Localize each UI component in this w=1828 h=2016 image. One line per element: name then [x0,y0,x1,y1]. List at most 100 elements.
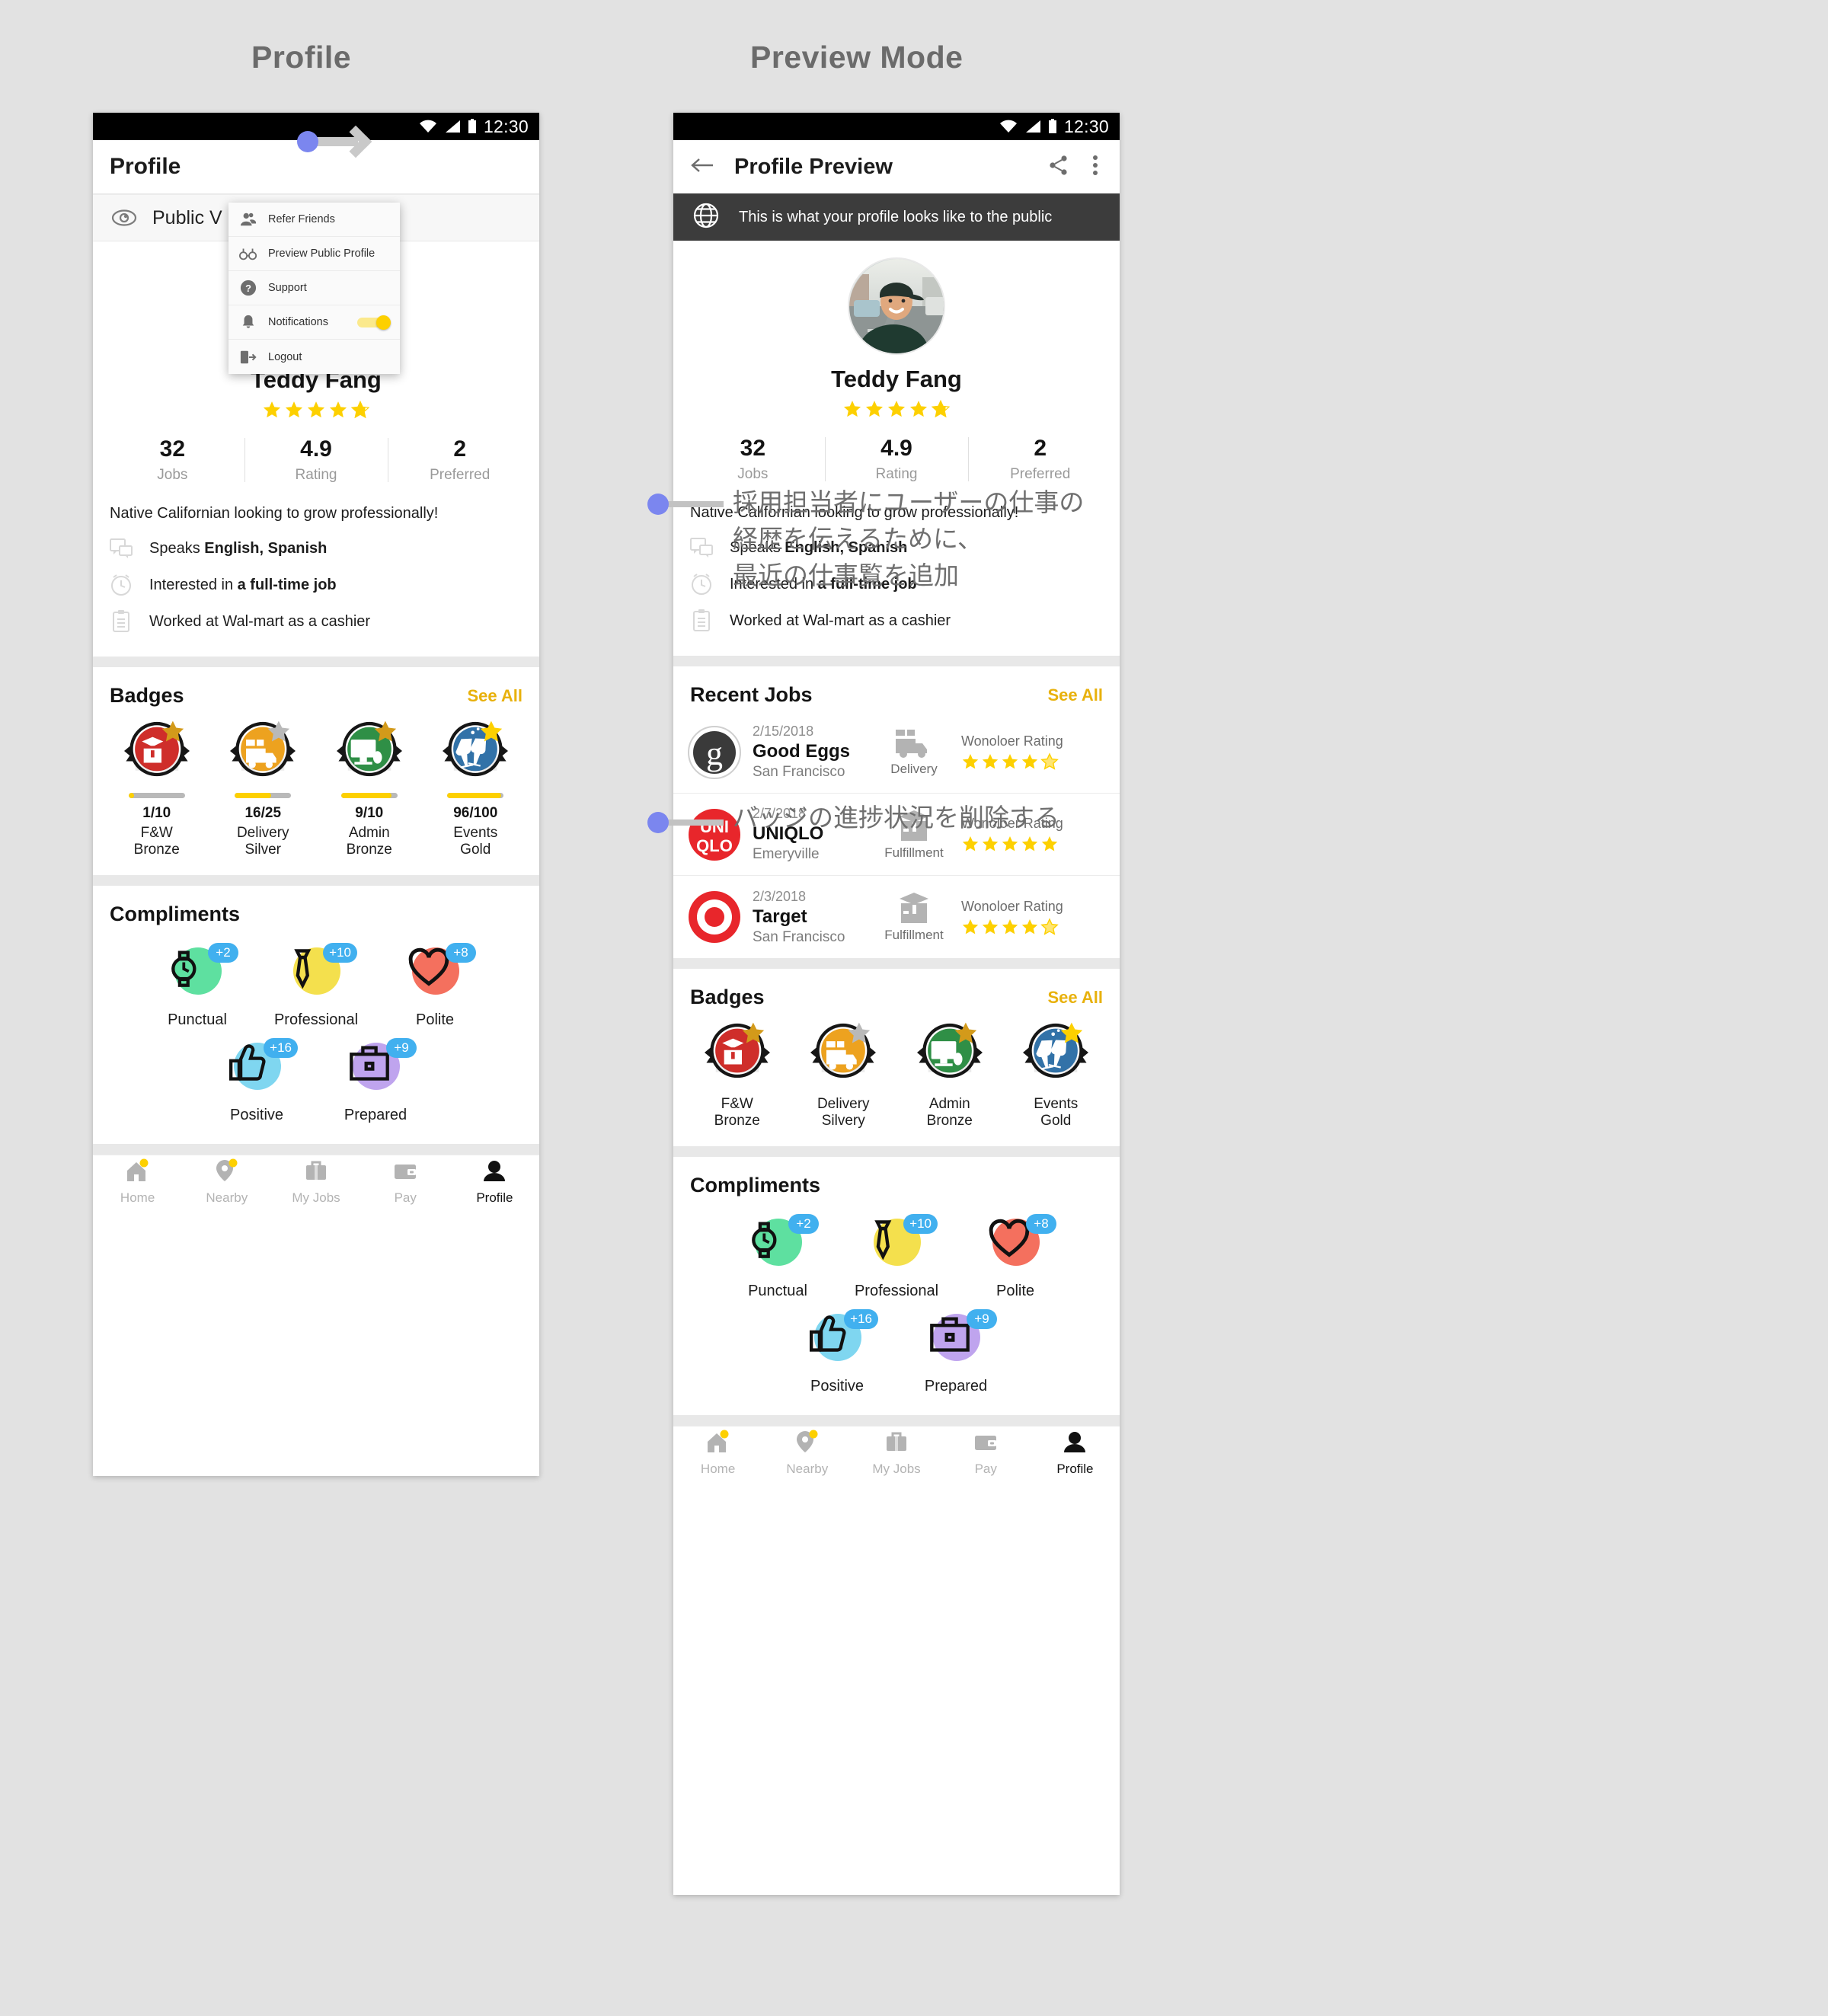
clipboard-icon [110,610,133,633]
compliment-item[interactable]: +8 Polite [962,1212,1069,1300]
overflow-menu[interactable]: Refer Friends Preview Public Profile? Supp… [228,203,400,374]
compliment-item[interactable]: +2 Punctual [144,941,251,1029]
job-city: Emeryville [753,846,820,862]
job-row[interactable]: 2/3/2018 Target San Francisco Fulfillment Wo… [673,876,1120,958]
connector-dot-recent-jobs [647,494,669,515]
star-icon [285,401,303,418]
person-icon [1062,1430,1088,1458]
bottom-nav-right[interactable]: Home Nearby My Jobs Pay Profile [673,1425,1120,1481]
badge-item: F&W Bronze [684,1020,791,1129]
fact-worked: Worked at Wal-mart as a cashier [690,602,1103,639]
compliment-item[interactable]: +16 Positive [784,1308,890,1395]
nav-item-my-jobs[interactable]: My Jobs [852,1430,941,1477]
job-date: 2/15/2018 [753,724,814,739]
badge-item: 1/10 F&W Bronze [104,718,210,858]
badges-header: Badges See All [93,667,539,712]
badge-label: Admin Bronze [346,825,392,858]
nav-label: Home [120,1190,155,1206]
nav-item-home[interactable]: Home [673,1430,762,1477]
badge-item: 9/10 Admin Bronze [316,718,423,858]
recent-jobs-see-all-link[interactable]: See All [1047,685,1103,705]
nav-item-pay[interactable]: Pay [361,1158,450,1206]
compliment-count-badge: +2 [208,942,238,963]
compliment-count-badge: +10 [903,1213,938,1234]
wallet-icon [973,1430,999,1458]
star-icon [982,754,999,769]
wifi-icon [419,120,436,133]
badges-see-all-link[interactable]: See All [1047,988,1103,1008]
badges-see-all-link[interactable]: See All [467,686,523,706]
stat-label: Jobs [737,466,769,482]
fact-text: Speaks English, Spanish [149,539,328,557]
compliment-item[interactable]: +8 Polite [382,941,488,1029]
compliment-item[interactable]: +9 Prepared [322,1037,429,1124]
menu-item-notifications[interactable]: Notifications [228,305,400,340]
annotation-badges: バッジの進捗状況を削除する [733,803,1059,832]
fact-worked: Worked at Wal-mart as a cashier [110,603,523,640]
chat-icon [110,538,133,558]
compliments-title: Compliments [690,1173,821,1197]
connector-line-recent-jobs [664,501,724,507]
svg-text:QLO: QLO [696,836,733,855]
back-arrow-icon[interactable] [690,156,714,178]
menu-item-preview-public-profile[interactable]: Preview Public Profile [228,237,400,271]
nav-item-home[interactable]: Home [93,1158,182,1206]
briefcase-icon [884,1430,909,1458]
rating-stars [961,917,1059,936]
share-icon[interactable] [1048,155,1069,180]
avatar [848,257,945,355]
battery-icon [468,119,476,133]
compliment-glyph [348,1041,391,1088]
stat-rating: 4.9 Rating [244,433,388,488]
compliment-mark: +8 [979,1212,1056,1276]
compliment-glyph [928,1312,971,1359]
compliment-mark: +9 [919,1308,997,1372]
menu-item-support[interactable]: ? Support [228,271,400,305]
stat-value: 2 [453,436,467,462]
badge-label: Events Gold [453,825,498,858]
stat-label: Preferred [430,467,491,483]
badge-medal-wrap [230,718,296,784]
svg-text:g: g [706,735,723,772]
signal-icon [445,120,460,133]
fact-text: Interested in a full-time job [149,576,337,593]
chat-icon [690,538,713,558]
badge-medal [230,720,296,777]
nav-item-profile[interactable]: Profile [450,1158,539,1206]
badge-medal-wrap [810,1020,877,1085]
more-vertical-icon[interactable] [1092,155,1098,180]
star-icon [329,401,347,418]
job-rating: Wonoloer Rating [961,899,1106,936]
job-logo: g [687,725,742,780]
job-rating-label: Wonoloer Rating [961,898,1063,914]
compliment-item[interactable]: +16 Positive [203,1037,310,1124]
connector-line-badges [664,819,724,826]
nav-item-my-jobs[interactable]: My Jobs [271,1158,360,1206]
compliment-count-badge: +8 [1026,1213,1056,1234]
menu-item-label: Notifications [268,316,328,328]
nav-item-profile[interactable]: Profile [1031,1430,1120,1477]
nav-item-nearby[interactable]: Nearby [182,1158,271,1206]
compliment-item[interactable]: +9 Prepared [903,1308,1009,1395]
star-icon [982,919,999,934]
section-gap [673,1145,1120,1157]
notifications-toggle[interactable] [357,315,391,330]
menu-item-refer-friends[interactable]: Refer Friends [228,203,400,237]
menu-item-logout[interactable]: Logout [228,340,400,374]
nav-item-nearby[interactable]: Nearby [762,1430,852,1477]
compliment-label: Punctual [168,1011,227,1028]
preview-banner-text: This is what your profile looks like to … [739,208,1053,225]
target-logo [689,891,740,943]
star-icon [1021,754,1038,769]
nav-item-pay[interactable]: Pay [941,1430,1031,1477]
compliment-item[interactable]: +2 Punctual [724,1212,831,1300]
bottom-nav-left[interactable]: Home Nearby My Jobs Pay Profile [93,1154,539,1209]
fact-text: Worked at Wal-mart as a cashier [149,612,371,630]
compliment-item[interactable]: +10 Professional [263,941,369,1029]
person-add-icon [239,211,257,228]
menu-item-label: Refer Friends [268,213,335,225]
phone-mock-profile: 12:30 Profile Public V Teddy Fang 32 Job… [93,113,539,1476]
job-row[interactable]: g 2/15/2018 Good Eggs San Francisco Delivery… [673,711,1120,794]
job-type: Delivery [877,728,951,777]
compliment-item[interactable]: +10 Professional [843,1212,950,1300]
